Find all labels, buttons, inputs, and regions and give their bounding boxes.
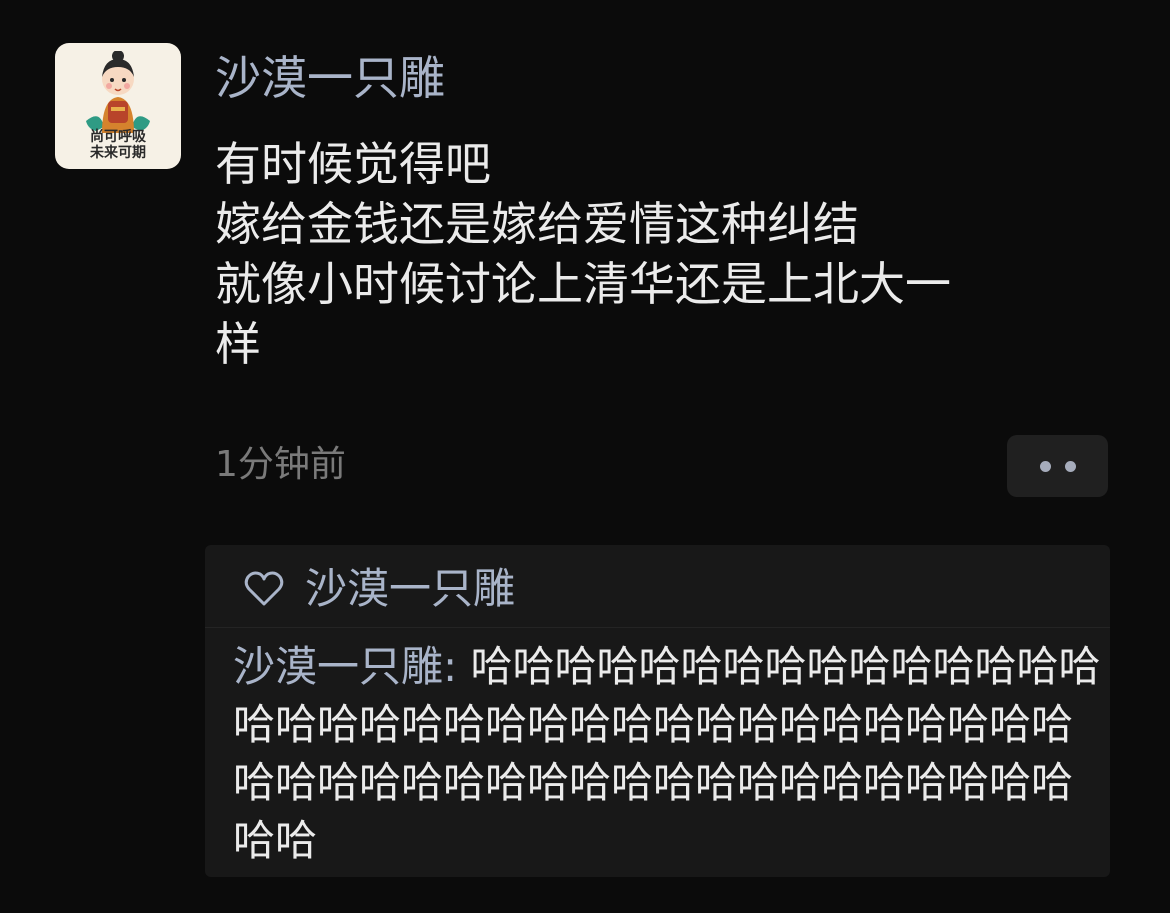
likes-row: 沙漠一只雕 — [243, 559, 515, 619]
dot-icon — [1064, 460, 1076, 472]
cartoon-girl-avatar-icon — [86, 51, 150, 133]
heart-outline-icon — [244, 571, 284, 606]
panel-divider — [205, 627, 1110, 628]
dot-icon — [1039, 460, 1051, 472]
post-text-line: 样 — [215, 317, 261, 371]
post-timestamp: 1分钟前 — [215, 444, 346, 485]
comment[interactable]: 沙漠一只雕: 哈哈哈哈哈哈哈哈哈哈哈哈哈哈哈哈哈哈哈哈哈哈哈哈哈哈哈哈哈哈哈哈哈… — [233, 638, 1103, 870]
comment-author[interactable]: 沙漠一只雕 — [233, 642, 443, 691]
interaction-panel: 沙漠一只雕 沙漠一只雕: 哈哈哈哈哈哈哈哈哈哈哈哈哈哈哈哈哈哈哈哈哈哈哈哈哈哈哈… — [205, 545, 1110, 877]
avatar-caption: 尚可呼吸 未来可期 — [90, 129, 146, 161]
post-text-line: 有时候觉得吧 — [215, 137, 491, 191]
post-username[interactable]: 沙漠一只雕 — [215, 48, 445, 108]
post-text-line: 就像小时候讨论上清华还是上北大一 — [215, 257, 951, 311]
post-text: 有时候觉得吧 嫁给金钱还是嫁给爱情这种纠结 就像小时候讨论上清华还是上北大一 样 — [215, 134, 1115, 374]
avatar[interactable]: 尚可呼吸 未来可期 — [55, 43, 181, 169]
more-options-button[interactable] — [1007, 435, 1108, 497]
avatar-caption-line2: 未来可期 — [90, 145, 146, 161]
post-text-line: 嫁给金钱还是嫁给爱情这种纠结 — [215, 197, 859, 251]
liked-by-user[interactable]: 沙漠一只雕 — [305, 559, 515, 619]
avatar-caption-line1: 尚可呼吸 — [90, 129, 146, 145]
comment-separator: : — [443, 642, 471, 691]
